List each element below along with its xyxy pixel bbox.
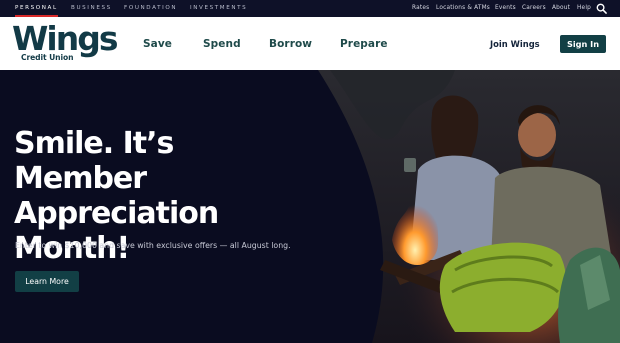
segment-tab-foundation[interactable]: Foundation (124, 0, 177, 17)
join-wings-link[interactable]: Join Wings (490, 39, 540, 49)
utility-link-help[interactable]: Help (577, 0, 591, 17)
sign-in-button[interactable]: Sign In (560, 35, 606, 53)
nav-borrow[interactable]: Borrow (269, 38, 312, 50)
utility-link-rates[interactable]: Rates (412, 0, 429, 17)
utility-link-locations[interactable]: Locations & ATMs (436, 0, 490, 17)
hero-banner: Smile. It’s Member Appreciation Month! E… (0, 70, 620, 343)
logo-wordmark: Wings (12, 19, 118, 58)
site-header: Wings Credit Union Save Spend Borrow Pre… (0, 17, 620, 70)
utility-link-about[interactable]: About (552, 0, 570, 17)
search-icon[interactable] (596, 3, 607, 14)
wings-logo[interactable]: Wings Credit Union (12, 19, 118, 65)
utility-bar: Personal Business Foundation Investments… (0, 0, 620, 17)
segment-tab-investments[interactable]: Investments (190, 0, 247, 17)
nav-save[interactable]: Save (143, 38, 172, 50)
utility-link-events[interactable]: Events (495, 0, 516, 17)
segment-tab-personal[interactable]: Personal (15, 0, 58, 17)
logo-subtitle: Credit Union (21, 53, 74, 62)
utility-link-careers[interactable]: Careers (522, 0, 546, 17)
learn-more-button[interactable]: Learn More (15, 271, 79, 292)
nav-prepare[interactable]: Prepare (340, 38, 388, 50)
nav-spend[interactable]: Spend (203, 38, 241, 50)
hero-subtitle: Enter to win $10,000 and save with exclu… (15, 241, 291, 250)
segment-tab-business[interactable]: Business (71, 0, 112, 17)
